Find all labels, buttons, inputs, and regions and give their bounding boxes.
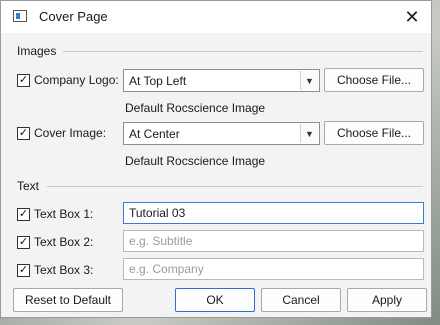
company-logo-position-select[interactable]: At Top Left ▼ <box>123 69 320 92</box>
text-box-1-input[interactable] <box>129 204 419 222</box>
reset-to-default-button[interactable]: Reset to Default <box>13 288 123 312</box>
chevron-down-icon[interactable]: ▼ <box>300 124 318 143</box>
text-box-1-option[interactable]: ✓ Text Box 1: <box>17 207 93 221</box>
cancel-button[interactable]: Cancel <box>261 288 341 312</box>
text-box-1-label: Text Box 1: <box>34 207 94 221</box>
company-logo-option[interactable]: ✓ Company Logo: <box>17 73 119 87</box>
chevron-down-icon[interactable]: ▼ <box>300 71 318 90</box>
text-box-1-checkbox[interactable]: ✓ <box>17 207 30 221</box>
text-box-1-field[interactable] <box>123 202 424 224</box>
company-logo-checkbox[interactable]: ✓ <box>17 73 30 87</box>
images-group-divider <box>63 51 423 52</box>
text-box-3-option[interactable]: ✓ Text Box 3: <box>17 263 93 277</box>
text-box-2-input[interactable] <box>129 232 419 250</box>
cover-image-caption: Default Rocscience Image <box>125 154 266 168</box>
company-logo-caption: Default Rocscience Image <box>125 101 266 115</box>
cover-image-position-value: At Center <box>129 127 180 141</box>
cover-page-dialog: Cover Page ✕ Images ✓ Company Logo: At T… <box>0 0 432 318</box>
text-box-3-field[interactable] <box>123 258 424 280</box>
text-box-2-label: Text Box 2: <box>34 235 94 249</box>
text-box-2-field[interactable] <box>123 230 424 252</box>
text-group-label: Text <box>17 179 40 193</box>
cover-image-option[interactable]: ✓ Cover Image: <box>17 126 106 140</box>
title-bar[interactable]: Cover Page ✕ <box>1 1 431 33</box>
company-logo-choose-file-button[interactable]: Choose File... <box>324 68 424 92</box>
ok-button[interactable]: OK <box>175 288 255 312</box>
close-button[interactable]: ✕ <box>397 3 427 31</box>
text-box-3-label: Text Box 3: <box>34 263 94 277</box>
text-box-2-checkbox[interactable]: ✓ <box>17 235 30 249</box>
company-logo-label: Company Logo: <box>34 73 119 87</box>
text-box-3-checkbox[interactable]: ✓ <box>17 263 30 277</box>
cover-image-label: Cover Image: <box>34 126 107 140</box>
text-box-3-input[interactable] <box>129 260 419 278</box>
window-icon <box>13 10 27 22</box>
cover-image-checkbox[interactable]: ✓ <box>17 126 30 140</box>
images-group-label: Images <box>17 44 57 58</box>
apply-button[interactable]: Apply <box>347 288 427 312</box>
cover-image-choose-file-button[interactable]: Choose File... <box>324 121 424 145</box>
cover-image-position-select[interactable]: At Center ▼ <box>123 122 320 145</box>
window-title: Cover Page <box>39 9 108 24</box>
text-group-divider <box>47 186 423 187</box>
text-box-2-option[interactable]: ✓ Text Box 2: <box>17 235 93 249</box>
company-logo-position-value: At Top Left <box>129 74 187 88</box>
